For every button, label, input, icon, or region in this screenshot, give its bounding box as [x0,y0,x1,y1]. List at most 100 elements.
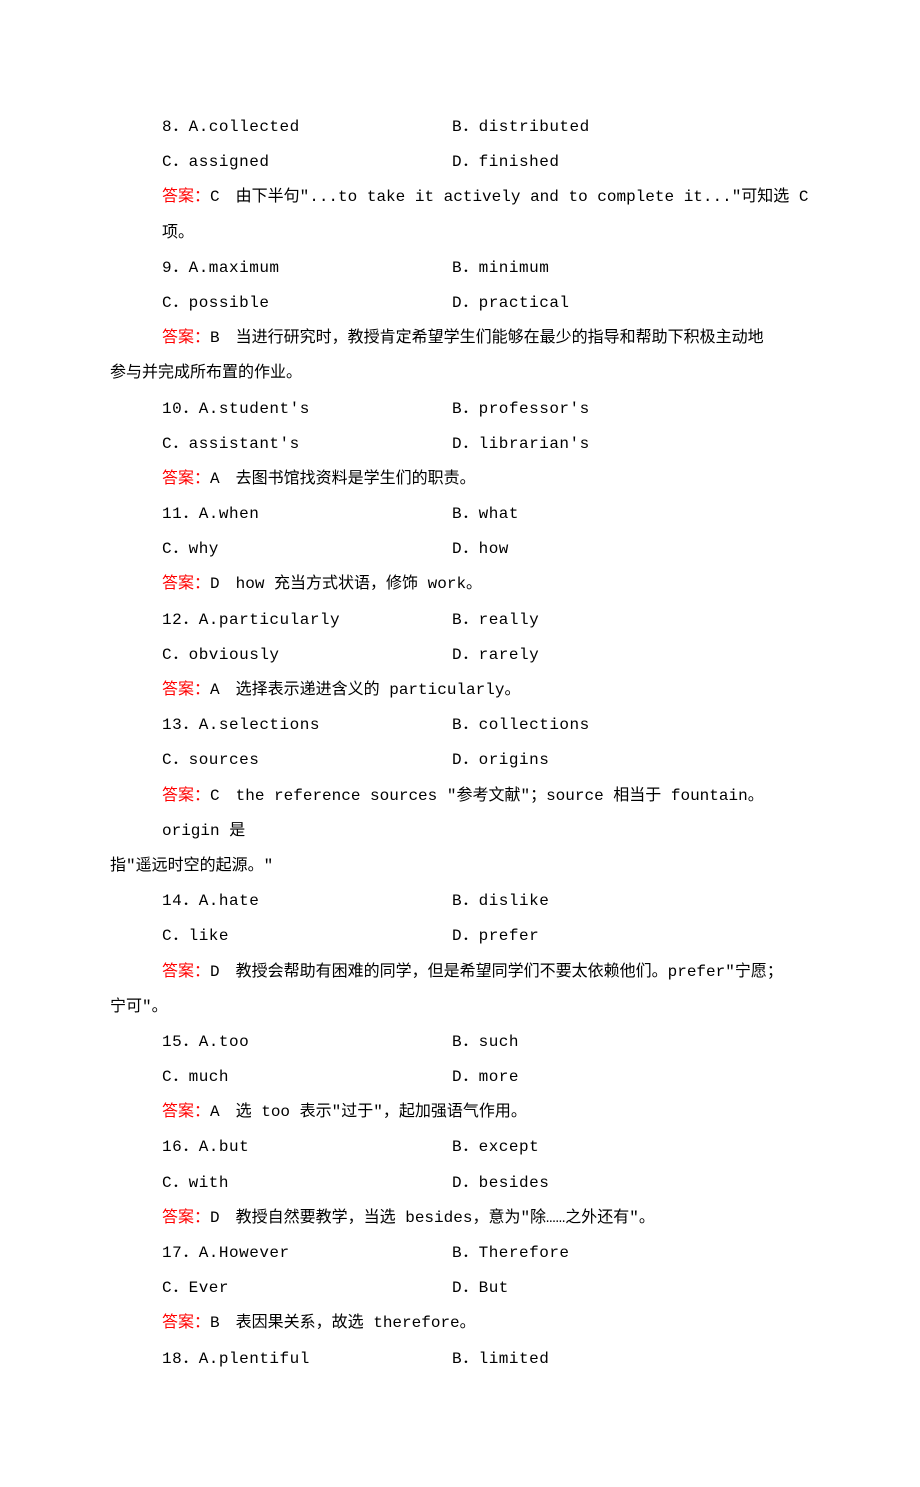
option-a: 15．A.too [162,1025,452,1060]
option-b: B．limited [452,1342,742,1377]
option-c: C．obviously [162,638,452,673]
option-a: 16．A.but [162,1130,452,1165]
option-b: B．Therefore [452,1236,742,1271]
question-option-row: C．likeD．prefer [110,919,810,954]
option-b: B．minimum [452,251,742,286]
option-b: B．such [452,1025,742,1060]
answer-text-cont: 指"遥远时空的起源。" [110,849,810,884]
option-b: B．except [452,1130,742,1165]
answer-text: 去图书馆找资料是学生们的职责。 [220,470,476,488]
answer-key: D [210,963,220,981]
option-b: B．really [452,603,742,638]
option-d: D．more [452,1060,742,1095]
option-a: 17．A.However [162,1236,452,1271]
question-option-row: 18．A.plentifulB．limited [110,1342,810,1377]
option-a: 13．A.selections [162,708,452,743]
answer-text: how 充当方式状语，修饰 work。 [220,575,482,593]
option-c: C．Ever [162,1271,452,1306]
answer-text: 选择表示递进含义的 particularly。 [220,681,521,699]
option-d: D．besides [452,1166,742,1201]
option-b: B．professor's [452,392,742,427]
answer-line: 答案：D 教授会帮助有困难的同学，但是希望同学们不要太依赖他们。prefer"宁… [110,955,810,990]
option-d: D．finished [452,145,742,180]
answer-line: 答案：A 去图书馆找资料是学生们的职责。 [110,462,810,497]
answer-key: B [210,329,220,347]
option-c: C．sources [162,743,452,778]
answer-label: 答案： [162,188,210,206]
option-c: C．with [162,1166,452,1201]
question-option-row: C．whyD．how [110,532,810,567]
answer-key: C [210,787,220,805]
option-c: C．assistant's [162,427,452,462]
question-option-row: 11．A.whenB．what [110,497,810,532]
option-a: 12．A.particularly [162,603,452,638]
option-d: D．how [452,532,742,567]
question-option-row: C．muchD．more [110,1060,810,1095]
question-option-row: 14．A.hateB．dislike [110,884,810,919]
answer-label: 答案： [162,681,210,699]
option-a: 10．A.student's [162,392,452,427]
answer-key: D [210,575,220,593]
question-option-row: 17．A.HoweverB．Therefore [110,1236,810,1271]
question-option-row: 8．A.collectedB．distributed [110,110,810,145]
answer-label: 答案： [162,1314,210,1332]
answer-text: 表因果关系，故选 therefore。 [220,1314,476,1332]
question-option-row: 13．A.selectionsB．collections [110,708,810,743]
answer-label: 答案： [162,329,210,347]
answer-label: 答案： [162,1103,210,1121]
question-option-row: 16．A.butB．except [110,1130,810,1165]
answer-line: 答案：A 选择表示递进含义的 particularly。 [110,673,810,708]
answer-label: 答案： [162,963,210,981]
option-a: 9．A.maximum [162,251,452,286]
answer-line: 答案：B 表因果关系，故选 therefore。 [110,1306,810,1341]
answer-label: 答案： [162,575,210,593]
answer-text: the reference sources "参考文献"；source 相当于 … [162,787,764,840]
option-d: D．rarely [452,638,742,673]
answer-line: 答案：C the reference sources "参考文献"；source… [110,779,810,849]
answer-label: 答案： [162,470,210,488]
question-option-row: C．sourcesD．origins [110,743,810,778]
question-option-row: C．assistant'sD．librarian's [110,427,810,462]
answer-text: 当进行研究时，教授肯定希望学生们能够在最少的指导和帮助下积极主动地 [220,329,764,347]
question-option-row: C．possibleD．practical [110,286,810,321]
answer-text-cont: 参与并完成所布置的作业。 [110,356,810,391]
option-c: C．why [162,532,452,567]
option-d: D．practical [452,286,742,321]
option-b: B．dislike [452,884,742,919]
answer-key: A [210,681,220,699]
option-b: B．collections [452,708,742,743]
question-option-row: C．obviouslyD．rarely [110,638,810,673]
answer-line: 答案：D how 充当方式状语，修饰 work。 [110,567,810,602]
answer-text: 由下半句"...to take it actively and to compl… [162,188,809,241]
question-option-row: C．assignedD．finished [110,145,810,180]
option-a: 11．A.when [162,497,452,532]
answer-text-cont: 宁可"。 [110,990,810,1025]
answer-label: 答案： [162,1209,210,1227]
answer-key: D [210,1209,220,1227]
option-d: D．prefer [452,919,742,954]
answer-text: 教授会帮助有困难的同学，但是希望同学们不要太依赖他们。prefer"宁愿； [220,963,783,981]
question-option-row: 12．A.particularlyB．really [110,603,810,638]
question-option-row: 10．A.student'sB．professor's [110,392,810,427]
answer-text: 选 too 表示"过于"，起加强语气作用。 [220,1103,527,1121]
option-c: C．assigned [162,145,452,180]
option-c: C．like [162,919,452,954]
answer-line: 答案：A 选 too 表示"过于"，起加强语气作用。 [110,1095,810,1130]
answer-key: C [210,188,220,206]
question-option-row: C．withD．besides [110,1166,810,1201]
answer-line: 答案：C 由下半句"...to take it actively and to … [110,180,810,250]
question-option-row: 15．A.tooB．such [110,1025,810,1060]
option-c: C．possible [162,286,452,321]
answer-key: A [210,470,220,488]
option-b: B．what [452,497,742,532]
option-d: D．librarian's [452,427,742,462]
option-d: D．origins [452,743,742,778]
option-c: C．much [162,1060,452,1095]
question-option-row: C．EverD．But [110,1271,810,1306]
answer-line: 答案：D 教授自然要教学，当选 besides，意为"除……之外还有"。 [110,1201,810,1236]
option-a: 14．A.hate [162,884,452,919]
option-d: D．But [452,1271,742,1306]
answer-key: B [210,1314,220,1332]
option-b: B．distributed [452,110,742,145]
answer-label: 答案： [162,787,210,805]
